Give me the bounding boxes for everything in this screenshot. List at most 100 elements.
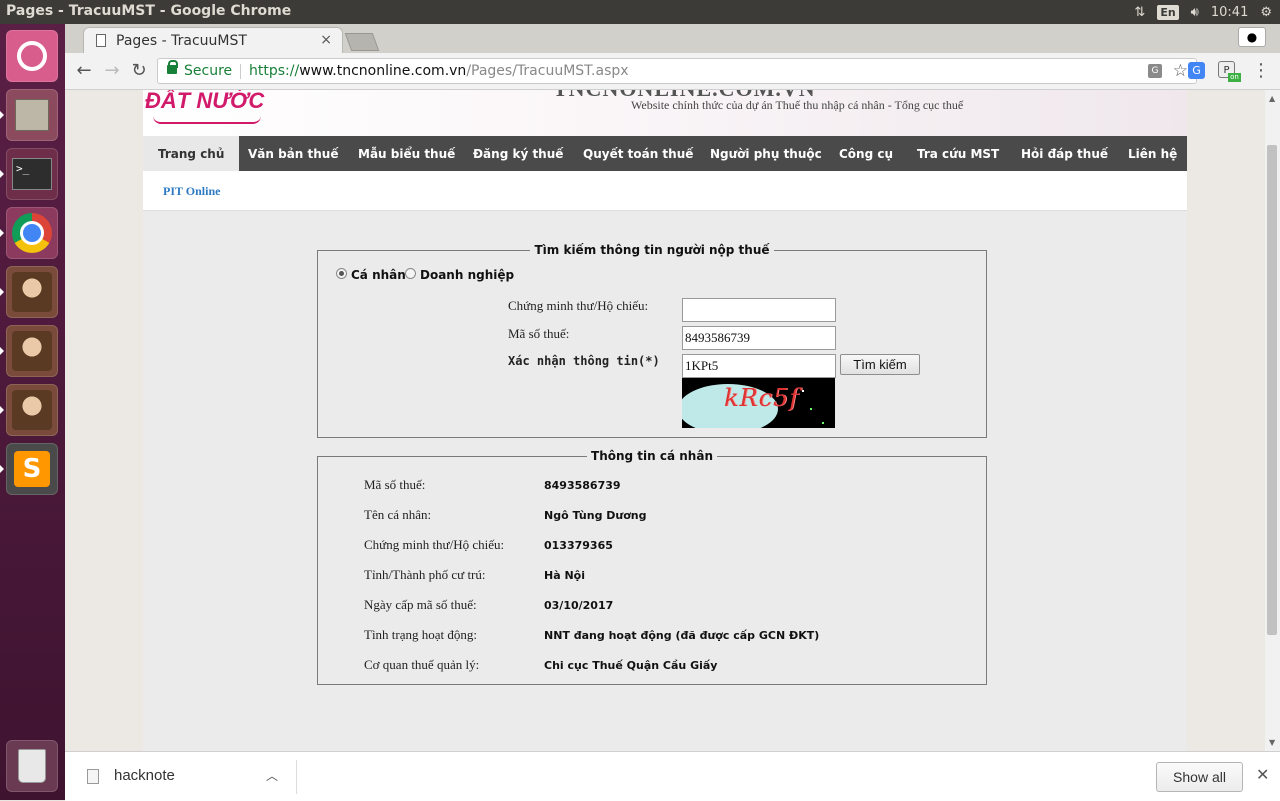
site-logo[interactable]: ĐẤT NƯỚC xyxy=(145,90,264,114)
app-launcher: >_ S xyxy=(0,24,65,800)
launcher-running-indicator xyxy=(0,111,4,119)
info-label-tax-code: Mã số thuế: xyxy=(364,477,426,492)
browser-toolbar: ← → ↻ Secure https://www.tncnonline.com.… xyxy=(65,53,1280,90)
google-translate-extension-icon[interactable]: G xyxy=(1188,62,1205,79)
id-number-input[interactable] xyxy=(682,298,836,322)
launcher-running-indicator xyxy=(0,406,4,414)
files-icon[interactable] xyxy=(6,89,58,141)
new-tab-button[interactable] xyxy=(344,33,380,51)
search-panel-title: Tìm kiếm thông tin người nộp thuế xyxy=(534,243,770,257)
file-icon xyxy=(87,769,99,784)
captcha-noise xyxy=(810,408,812,410)
browser-tab[interactable]: Pages - TracuuMST × xyxy=(83,27,343,53)
launcher-running-indicator xyxy=(0,347,4,355)
captcha-noise xyxy=(802,390,804,392)
menu-item-van-ban-thue[interactable]: Văn bản thuế xyxy=(248,136,338,171)
search-button[interactable]: Tìm kiếm xyxy=(840,354,920,375)
trash-icon[interactable] xyxy=(6,740,58,792)
terminal-icon[interactable]: >_ xyxy=(6,148,58,200)
clock[interactable]: 10:41 xyxy=(1211,5,1248,20)
translate-icon[interactable]: G xyxy=(1148,64,1162,78)
show-all-button[interactable]: Show all xyxy=(1156,762,1243,792)
captcha-input[interactable]: 1KPt5 xyxy=(682,354,836,378)
address-bar[interactable]: Secure https://www.tncnonline.com.vn/Pag… xyxy=(157,58,1197,84)
radio-individual-label[interactable]: Cá nhân xyxy=(351,268,406,282)
url-host: www.tncnonline.com.vn xyxy=(299,63,467,79)
captcha-image[interactable]: kRc5f xyxy=(682,378,835,428)
close-icon[interactable]: × xyxy=(320,32,332,48)
info-value-issue-date: 03/10/2017 xyxy=(544,599,614,612)
info-label-status: Tình trạng hoạt động: xyxy=(364,627,478,642)
url-text[interactable]: https://www.tncnonline.com.vn/Pages/Trac… xyxy=(249,63,629,79)
chevron-up-icon[interactable]: ︿ xyxy=(266,767,278,784)
network-icon[interactable]: ⇅ xyxy=(1134,5,1145,20)
info-value-tax-office: Chi cục Thuế Quận Cầu Giấy xyxy=(544,659,718,672)
site-banner: ĐẤT NƯỚC TNCNONLINE.COM.VN Website chính… xyxy=(143,90,1187,136)
menu-item-hoi-dap-thue[interactable]: Hỏi đáp thuế xyxy=(1021,136,1108,171)
info-label-province: Tỉnh/Thành phố cư trú: xyxy=(364,567,486,582)
chrome-icon[interactable] xyxy=(6,207,58,259)
keyboard-layout-indicator[interactable]: En xyxy=(1157,4,1179,20)
launcher-running-indicator xyxy=(0,229,4,237)
menu-item-quyet-toan-thue[interactable]: Quyết toán thuế xyxy=(583,136,693,171)
download-bar: hacknote ︿ Show all ✕ xyxy=(65,751,1280,801)
image-viewer-icon[interactable] xyxy=(6,325,58,377)
captcha-label: Xác nhận thông tin(*) xyxy=(508,354,660,368)
tax-code-input[interactable]: 8493586739 xyxy=(682,326,836,350)
profile-icon[interactable]: ● xyxy=(1238,27,1266,47)
menu-item-tra-cuu-mst[interactable]: Tra cứu MST xyxy=(917,136,999,171)
breadcrumb: PIT Online xyxy=(143,171,1187,211)
info-label-tax-office: Cơ quan thuế quản lý: xyxy=(364,657,480,672)
download-separator xyxy=(296,760,297,794)
menu-item-lien-he[interactable]: Liên hệ xyxy=(1128,136,1177,171)
forward-arrow-icon[interactable]: → xyxy=(101,60,123,82)
info-value-id-number: 013379365 xyxy=(544,539,613,552)
image-viewer-icon[interactable] xyxy=(6,384,58,436)
menu-item-trang-chu[interactable]: Trang chủ xyxy=(143,136,240,171)
extension-badge: on xyxy=(1228,73,1241,82)
scroll-down-arrow-icon[interactable]: ▼ xyxy=(1269,738,1275,747)
browser-tab-strip: Pages - TracuuMST × ● xyxy=(65,24,1280,53)
web-page-viewport: ĐẤT NƯỚC TNCNONLINE.COM.VN Website chính… xyxy=(65,90,1265,751)
personal-info-title: Thông tin cá nhân xyxy=(591,449,713,463)
tab-title: Pages - TracuuMST xyxy=(116,33,247,49)
info-value-province: Hà Nội xyxy=(544,569,585,582)
image-viewer-icon[interactable] xyxy=(6,266,58,318)
browser-menu-icon[interactable]: ⋮ xyxy=(1252,60,1270,81)
tax-code-label: Mã số thuế: xyxy=(508,326,570,341)
launcher-running-indicator xyxy=(0,288,4,296)
scrollbar-thumb[interactable] xyxy=(1267,145,1277,635)
ubuntu-icon[interactable] xyxy=(6,30,58,82)
settings-gear-icon[interactable]: ⚙ xyxy=(1260,5,1272,20)
volume-icon[interactable]: 🔊︎ xyxy=(1191,5,1199,20)
menu-item-nguoi-phu-thuoc[interactable]: Người phụ thuộc xyxy=(710,136,822,171)
menu-item-cong-cu[interactable]: Công cụ xyxy=(839,136,893,171)
main-content: Tìm kiếm thông tin người nộp thuế Cá nhâ… xyxy=(143,211,1187,751)
site-container: ĐẤT NƯỚC TNCNONLINE.COM.VN Website chính… xyxy=(143,90,1187,751)
radio-business[interactable] xyxy=(405,268,416,279)
launcher-running-indicator xyxy=(0,170,4,178)
page-scrollbar[interactable]: ▲ ▼ xyxy=(1265,90,1280,751)
reload-icon[interactable]: ↻ xyxy=(128,60,150,82)
info-label-issue-date: Ngày cấp mã số thuế: xyxy=(364,597,477,612)
download-item-name[interactable]: hacknote xyxy=(114,767,175,784)
radio-individual[interactable] xyxy=(336,268,347,279)
main-menu: Trang chủ Văn bản thuế Mẫu biểu thuế Đăn… xyxy=(143,136,1187,171)
secure-label: Secure xyxy=(184,63,233,79)
menu-item-mau-bieu-thue[interactable]: Mẫu biểu thuế xyxy=(358,136,455,171)
breadcrumb-pit-online[interactable]: PIT Online xyxy=(163,184,220,199)
sublime-text-icon[interactable]: S xyxy=(6,443,58,495)
logo-swoosh xyxy=(153,116,261,124)
info-label-id-number: Chứng minh thư/Hộ chiếu: xyxy=(364,537,505,552)
close-icon[interactable]: ✕ xyxy=(1256,765,1269,784)
site-subtitle: Website chính thức của dự án Thuế thu nh… xyxy=(631,98,964,112)
bookmark-star-icon[interactable]: ☆ xyxy=(1173,61,1188,81)
os-top-bar: Pages - TracuuMST - Google Chrome ⇅ En 🔊… xyxy=(0,0,1280,24)
info-label-name: Tên cá nhân: xyxy=(364,507,432,522)
scroll-up-arrow-icon[interactable]: ▲ xyxy=(1269,94,1275,103)
url-path: /Pages/TracuuMST.aspx xyxy=(466,63,629,79)
info-value-status: NNT đang hoạt động (đã được cấp GCN ĐKT) xyxy=(544,629,820,642)
radio-business-label[interactable]: Doanh nghiệp xyxy=(420,268,514,282)
back-arrow-icon[interactable]: ← xyxy=(73,60,95,82)
menu-item-dang-ky-thue[interactable]: Đăng ký thuế xyxy=(473,136,563,171)
